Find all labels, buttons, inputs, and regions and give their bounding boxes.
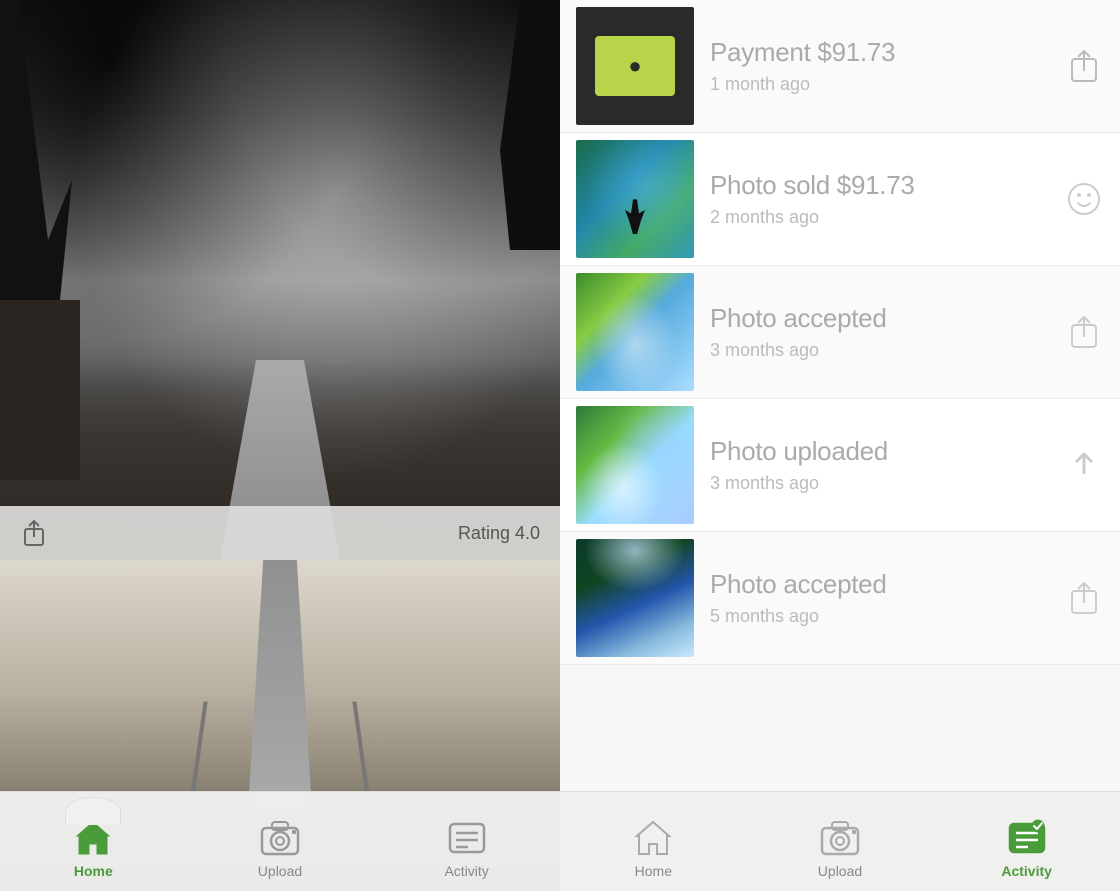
nav-item-home-right[interactable]: Home <box>593 815 713 883</box>
right-bottom-nav: Home Upload <box>560 791 1120 891</box>
photo-top[interactable]: Rating 4.0 <box>0 0 560 560</box>
activity-title-photo-uploaded: Photo uploaded <box>710 436 1048 467</box>
activity-info-photo-sold: Photo sold $91.73 2 months ago <box>710 170 1048 228</box>
activity-info-photo-accepted-1: Photo accepted 3 months ago <box>710 303 1048 361</box>
upload-camera-icon <box>258 815 302 859</box>
nav-label-activity-right: Activity <box>1001 863 1052 879</box>
share-action-accepted-2[interactable] <box>1064 578 1104 618</box>
activity-time-photo-sold: 2 months ago <box>710 207 1048 228</box>
activity-item-payment[interactable]: Payment $91.73 1 month ago <box>560 0 1120 133</box>
nav-label-upload-right: Upload <box>818 863 862 879</box>
home-icon-right <box>631 815 675 859</box>
activity-info-payment: Payment $91.73 1 month ago <box>710 37 1048 95</box>
activity-time-photo-accepted-1: 3 months ago <box>710 340 1048 361</box>
nav-label-upload-left: Upload <box>258 863 302 879</box>
activity-icon-right <box>1005 815 1049 859</box>
left-bottom-nav: Home Upload <box>0 791 560 891</box>
upload-action[interactable] <box>1064 445 1104 485</box>
nav-item-upload-right[interactable]: Upload <box>780 815 900 883</box>
nav-label-home-right: Home <box>635 863 672 879</box>
activity-icon-left <box>445 815 489 859</box>
nav-bump <box>65 797 121 825</box>
activity-item-photo-accepted-1[interactable]: Photo accepted 3 months ago <box>560 266 1120 399</box>
nav-item-activity-right[interactable]: Activity <box>967 815 1087 883</box>
share-action-accepted-1[interactable] <box>1064 312 1104 352</box>
activity-info-photo-accepted-2: Photo accepted 5 months ago <box>710 569 1048 627</box>
activity-title-photo-sold: Photo sold $91.73 <box>710 170 1048 201</box>
nav-item-activity-left[interactable]: Activity <box>407 815 527 883</box>
smiley-action[interactable] <box>1064 179 1104 219</box>
upload-camera-icon-right <box>818 815 862 859</box>
rating-text: Rating 4.0 <box>458 523 540 544</box>
tracks-decoration <box>240 560 320 811</box>
activity-info-photo-uploaded: Photo uploaded 3 months ago <box>710 436 1048 494</box>
share-button-left[interactable] <box>20 517 48 549</box>
photo-rating-bar: Rating 4.0 <box>0 506 560 560</box>
activity-item-photo-accepted-2[interactable]: Photo accepted 5 months ago <box>560 532 1120 665</box>
activity-thumb-photo-uploaded <box>576 406 694 524</box>
activity-item-photo-uploaded[interactable]: Photo uploaded 3 months ago <box>560 399 1120 532</box>
nav-item-home-left[interactable]: Home <box>33 815 153 883</box>
activity-time-photo-accepted-2: 5 months ago <box>710 606 1048 627</box>
wall-decoration <box>0 300 80 480</box>
right-panel: Payment $91.73 1 month ago Photo sold $9… <box>560 0 1120 891</box>
activity-item-photo-sold[interactable]: Photo sold $91.73 2 months ago <box>560 133 1120 266</box>
nav-label-activity-left: Activity <box>444 863 488 879</box>
left-panel: Rating 4.0 Home <box>0 0 560 891</box>
activity-thumb-photo-accepted-2 <box>576 539 694 657</box>
activity-thumb-payment <box>576 7 694 125</box>
activity-title-photo-accepted-1: Photo accepted <box>710 303 1048 334</box>
activity-title-payment: Payment $91.73 <box>710 37 1048 68</box>
share-action-payment[interactable] <box>1064 46 1104 86</box>
activity-list: Payment $91.73 1 month ago Photo sold $9… <box>560 0 1120 791</box>
activity-thumb-photo-sold <box>576 140 694 258</box>
nav-label-home-left: Home <box>74 863 113 879</box>
money-flag-icon <box>595 36 675 96</box>
activity-title-photo-accepted-2: Photo accepted <box>710 569 1048 600</box>
activity-time-payment: 1 month ago <box>710 74 1048 95</box>
nav-item-upload-left[interactable]: Upload <box>220 815 340 883</box>
activity-thumb-photo-accepted-1 <box>576 273 694 391</box>
activity-time-photo-uploaded: 3 months ago <box>710 473 1048 494</box>
